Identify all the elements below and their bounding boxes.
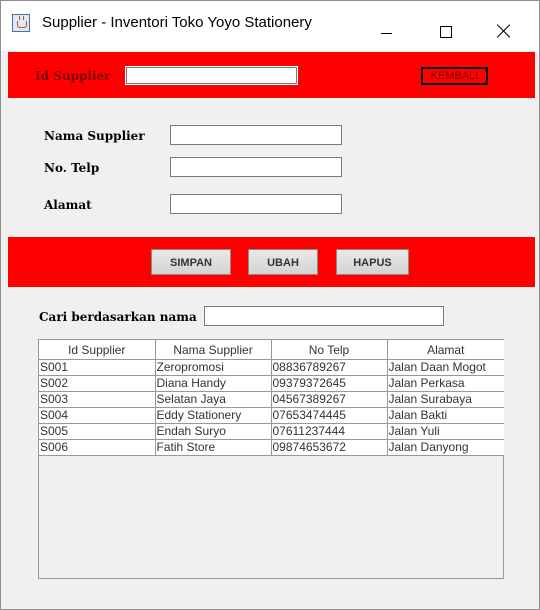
table-cell: Fatih Store [155,439,272,456]
table-row[interactable]: S006 Fatih Store 09874653672 Jalan Danyo… [39,439,504,456]
alamat-label: Alamat [44,198,92,212]
window-title: Supplier - Inventori Toko Yoyo Stationer… [42,14,312,31]
table-row[interactable]: S004 Eddy Stationery 07653474445 Jalan B… [39,407,504,424]
table-cell: Jalan Surabaya [387,391,504,408]
nama-supplier-input[interactable] [170,125,342,145]
minimize-icon [381,33,392,34]
search-label: Cari berdasarkan nama [39,310,197,324]
close-icon [497,24,511,38]
nama-supplier-label: Nama Supplier [44,129,145,143]
no-telp-input[interactable] [170,157,342,177]
ubah-button[interactable]: UBAH [248,249,318,275]
table-cell: Jalan Perkasa [387,375,504,392]
table-cell: Jalan Yuli [387,423,504,440]
alamat-input[interactable] [170,194,342,214]
table-header-row: Id Supplier Nama Supplier No Telp Alamat [39,340,504,360]
table-row[interactable]: S005 Endah Suryo 07611237444 Jalan Yuli [39,423,504,440]
minimize-button[interactable] [363,1,409,51]
table-cell: S004 [39,407,156,424]
no-telp-label: No. Telp [44,161,100,175]
table-cell: Eddy Stationery [155,407,272,424]
table-cell: 07653474445 [271,407,388,424]
table-cell: 09379372645 [271,375,388,392]
maximize-icon [440,26,452,38]
table-cell: Diana Handy [155,375,272,392]
close-button[interactable] [481,1,527,51]
table-row[interactable]: S001 Zeropromosi 08836789267 Jalan Daan … [39,359,504,376]
table-cell: S001 [39,359,156,376]
column-header-alamat[interactable]: Alamat [387,340,504,360]
table-cell: Jalan Danyong [387,439,504,456]
table-cell: 04567389267 [271,391,388,408]
column-header-id[interactable]: Id Supplier [39,340,156,360]
column-header-nama[interactable]: Nama Supplier [155,340,272,360]
id-supplier-input[interactable] [125,66,298,85]
table-cell: Jalan Daan Mogot [387,359,504,376]
table-cell: 09874653672 [271,439,388,456]
table-cell: S005 [39,423,156,440]
simpan-button[interactable]: SIMPAN [151,249,231,275]
table-cell: 08836789267 [271,359,388,376]
supplier-table[interactable]: Id Supplier Nama Supplier No Telp Alamat… [38,339,504,579]
table-cell: S003 [39,391,156,408]
supplier-grid: Id Supplier Nama Supplier No Telp Alamat… [39,340,504,456]
hapus-button[interactable]: HAPUS [336,249,409,275]
java-cup-icon [12,14,30,32]
search-input[interactable] [204,306,444,326]
table-cell: S002 [39,375,156,392]
table-cell: Selatan Jaya [155,391,272,408]
table-cell: Zeropromosi [155,359,272,376]
table-cell: 07611237444 [271,423,388,440]
application-window: Supplier - Inventori Toko Yoyo Stationer… [0,0,540,610]
title-bar[interactable]: Supplier - Inventori Toko Yoyo Stationer… [1,1,539,51]
table-row[interactable]: S003 Selatan Jaya 04567389267 Jalan Sura… [39,391,504,408]
id-supplier-label: Id Supplier [35,69,111,83]
column-header-telp[interactable]: No Telp [271,340,388,360]
table-cell: Endah Suryo [155,423,272,440]
maximize-button[interactable] [423,1,469,51]
kembali-button[interactable]: KEMBALI [421,67,488,85]
table-row[interactable]: S002 Diana Handy 09379372645 Jalan Perka… [39,375,504,392]
table-cell: S006 [39,439,156,456]
table-cell: Jalan Bakti [387,407,504,424]
